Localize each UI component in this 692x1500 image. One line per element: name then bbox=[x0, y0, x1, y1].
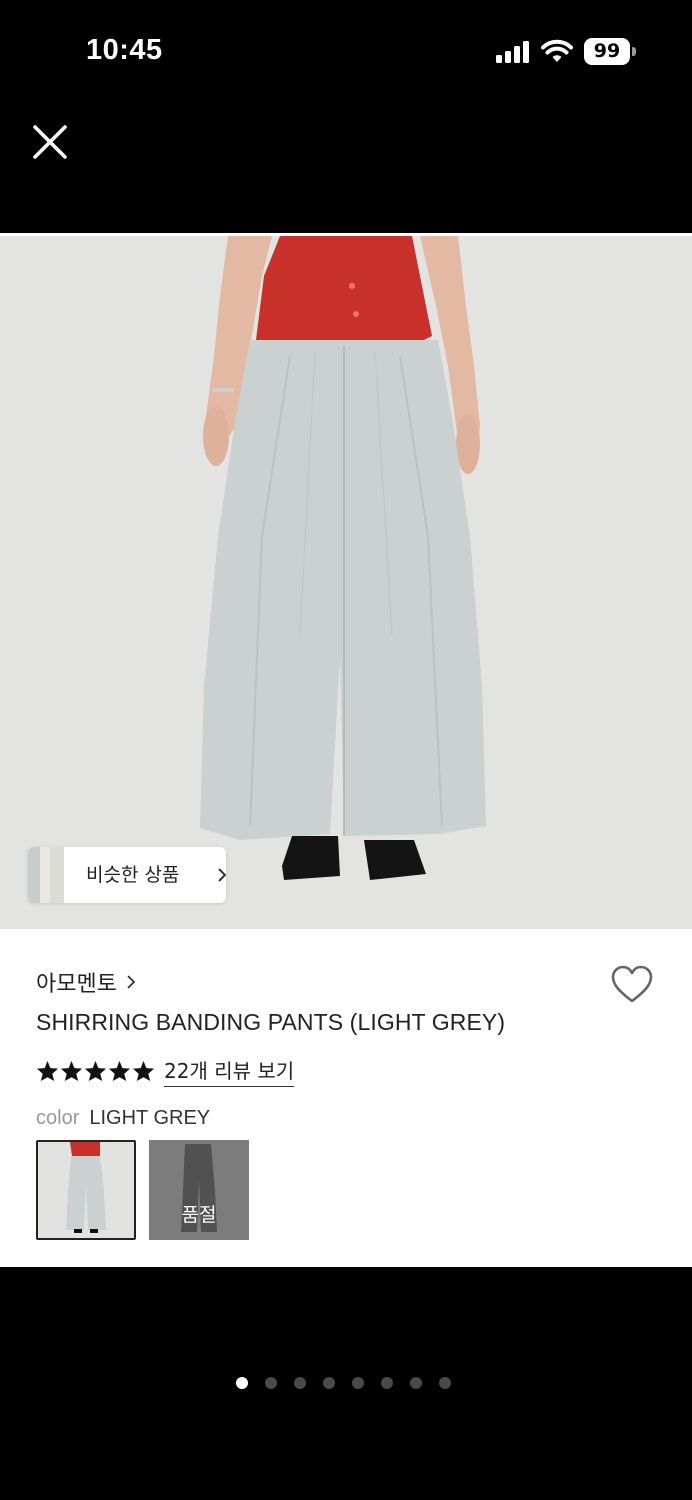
star-icon bbox=[60, 1060, 83, 1082]
status-bar: 10:45 99 bbox=[0, 0, 692, 159]
pager-dot-8[interactable] bbox=[439, 1377, 451, 1389]
product-title: SHIRRING BANDING PANTS (LIGHT GREY) bbox=[36, 1009, 506, 1035]
product-info-panel: 아모멘토 SHIRRING BANDING PANTS (LIGHT GREY)… bbox=[0, 929, 692, 1267]
star-rating bbox=[36, 1060, 155, 1082]
color-value: LIGHT GREY bbox=[89, 1107, 211, 1129]
product-image[interactable]: 비슷한 상품 bbox=[0, 233, 692, 929]
color-row: color LIGHT GREY bbox=[36, 1107, 210, 1130]
heart-icon[interactable] bbox=[610, 965, 654, 1005]
pager-dot-4[interactable] bbox=[323, 1377, 335, 1389]
similar-products-button[interactable]: 비슷한 상품 bbox=[28, 847, 226, 903]
pager-dot-5[interactable] bbox=[352, 1377, 364, 1389]
battery-level: 99 bbox=[593, 40, 621, 62]
brand-link[interactable]: 아모멘토 bbox=[36, 966, 136, 998]
pager-dot-7[interactable] bbox=[410, 1377, 422, 1389]
wifi-icon bbox=[541, 39, 573, 62]
pager-dot-1[interactable] bbox=[236, 1377, 248, 1389]
pager-dot-3[interactable] bbox=[294, 1377, 306, 1389]
star-icon bbox=[36, 1060, 59, 1082]
pager-dot-2[interactable] bbox=[265, 1377, 277, 1389]
star-icon bbox=[84, 1060, 107, 1082]
similar-products-thumbnail bbox=[28, 847, 64, 903]
sold-out-label: 품절 bbox=[181, 1204, 217, 1226]
similar-products-label: 비슷한 상품 bbox=[86, 864, 180, 886]
chevron-right-icon bbox=[218, 868, 226, 882]
review-link[interactable]: 22개 리뷰 보기 bbox=[164, 1055, 295, 1087]
brand-name: 아모멘토 bbox=[36, 972, 117, 997]
pager-dot-6[interactable] bbox=[381, 1377, 393, 1389]
battery-icon: 99 bbox=[584, 38, 636, 65]
status-time: 10:45 bbox=[86, 34, 163, 66]
star-icon bbox=[108, 1060, 131, 1082]
chevron-right-icon bbox=[127, 975, 136, 989]
star-icon bbox=[132, 1060, 155, 1082]
close-icon[interactable] bbox=[26, 118, 74, 166]
color-label: color bbox=[36, 1107, 80, 1129]
color-swatch-charcoal[interactable]: 품절 bbox=[149, 1140, 249, 1240]
color-swatch-light-grey[interactable] bbox=[36, 1140, 136, 1240]
signal-icon bbox=[496, 41, 529, 63]
image-pager bbox=[236, 1377, 451, 1389]
rating-row: 22개 리뷰 보기 bbox=[36, 1055, 295, 1087]
